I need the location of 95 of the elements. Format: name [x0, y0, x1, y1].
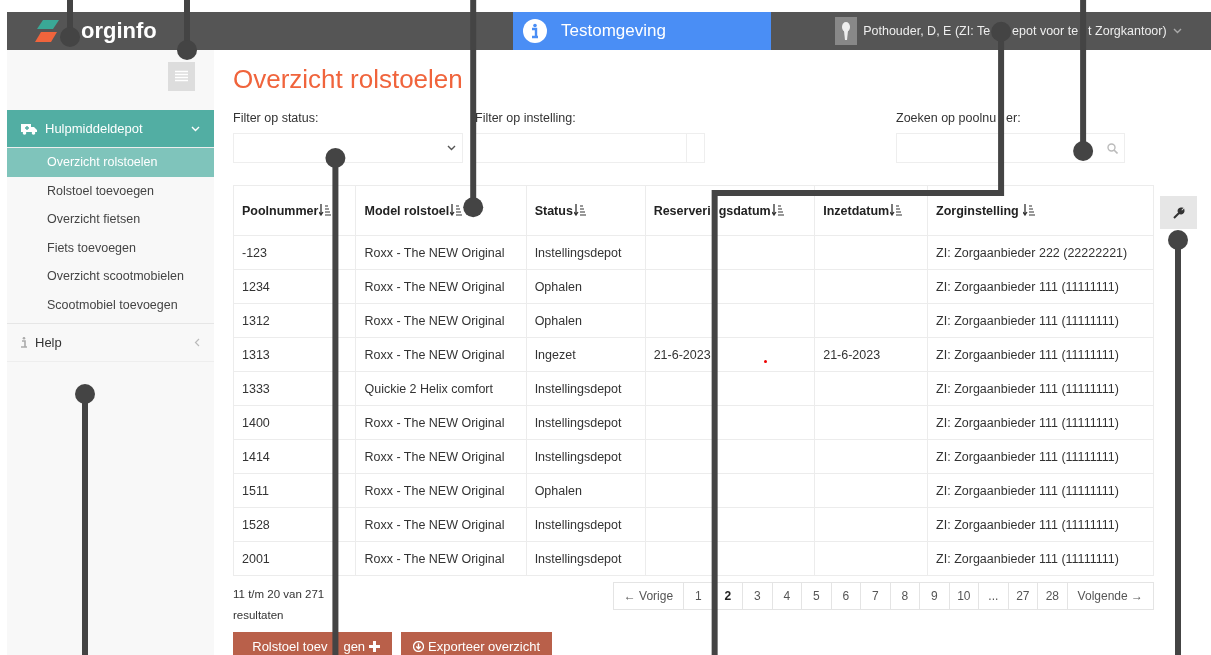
filter-label: Filter op instelling: [475, 111, 576, 125]
menu-toggle-button[interactable] [168, 62, 195, 91]
callout-line [60, 0, 80, 47]
table-cell: ZI: Zorgaanbieder 111 (11111111) [927, 507, 1154, 542]
table-cell: Roxx - The NEW Original [355, 439, 527, 474]
sidebar-item[interactable]: Scootmobiel toevoegen [7, 290, 214, 319]
table-cell: Roxx - The NEW Original [355, 337, 527, 372]
chevron-down-icon [1172, 28, 1182, 34]
table-cell: 1400 [233, 405, 356, 440]
table-cell: ZI: Zorgaanbieder 111 (11111111) [927, 405, 1154, 440]
logo-icon [35, 20, 59, 42]
table-cell: 2001 [233, 541, 356, 576]
export-button[interactable]: Exporteer overzicht [401, 632, 553, 655]
table-cell: Instellingsdepot [526, 439, 646, 474]
callout-line [177, 0, 197, 60]
sidebar-item[interactable]: Overzicht fietsen [7, 205, 214, 234]
table-cell: ZI: Zorgaanbieder 111 (11111111) [927, 303, 1154, 338]
table-cell: 1414 [233, 439, 356, 474]
table-cell: 1313 [233, 337, 356, 372]
column-header: Model rolstoel [364, 203, 450, 218]
column-header: Zorginstelling [936, 203, 1020, 218]
ambulance-icon [21, 122, 37, 135]
result-count: 11 t/m 20 van 271 resultaten [233, 587, 326, 623]
table-cell: Instellingsdepot [526, 235, 646, 270]
sort-icon[interactable] [890, 203, 903, 216]
table-cell: 21-6-2023 [645, 337, 815, 372]
column-header: gsdatum [718, 203, 771, 218]
sidebar-item[interactable]: Fiets toevoegen [7, 233, 214, 262]
table-cell: Instellingsdepot [526, 507, 646, 542]
table-cell: Instellingsdepot [526, 405, 646, 440]
table-cell: ZI: Zorgaanbieder 111 (11111111) [927, 439, 1154, 474]
column-header: Reserveri [653, 203, 711, 218]
sidebar-item[interactable]: Rolstoel toevoegen [7, 176, 214, 205]
download-icon [413, 640, 425, 652]
table-cell: Instellingsdepot [526, 371, 646, 406]
table-cell: -123 [233, 235, 356, 270]
wrench-icon [1172, 206, 1185, 219]
filter-label: er: [1006, 111, 1021, 125]
column-header: Status [534, 203, 573, 218]
column-header: Inzetdatum [823, 203, 890, 218]
table-cell: Ophalen [526, 473, 646, 508]
sidebar-group[interactable]: Help [7, 323, 214, 362]
column-header: Poolnummer [242, 203, 319, 218]
select-field[interactable] [233, 133, 463, 163]
sort-icon[interactable] [573, 203, 586, 216]
table-cell: Roxx - The NEW Original [355, 269, 527, 304]
user-name: epot voor te [1012, 24, 1079, 38]
page-title: Overzicht rolstoelen [233, 64, 464, 96]
user-name: Pothouder, D, E (ZI: Te [863, 24, 991, 38]
table-cell: ZI: Zorgaanbieder 111 (11111111) [927, 269, 1154, 304]
add-button[interactable]: Rolstoel toev gen [233, 632, 393, 655]
sort-icon[interactable] [1023, 203, 1036, 216]
menu-icon [175, 70, 188, 83]
info-icon [21, 337, 27, 348]
table-cell: 1234 [233, 269, 356, 304]
settings-button[interactable] [1160, 196, 1197, 229]
environment-label: Testomgeving [561, 21, 666, 41]
table-cell: 1528 [233, 507, 356, 542]
info-icon [523, 19, 547, 43]
filter-label: Filter op status: [233, 111, 319, 125]
table-cell: 1333 [233, 371, 356, 406]
chevron-down-icon [191, 125, 200, 132]
search-field[interactable] [896, 133, 1125, 163]
table-cell: Ingezet [526, 337, 646, 372]
table-cell: Roxx - The NEW Original [355, 473, 527, 508]
avatar-icon [835, 17, 858, 45]
table-cell: ZI: Zorgaanbieder 222 (22222221) [927, 235, 1154, 270]
table-cell: ZI: Zorgaanbieder 111 (11111111) [927, 337, 1154, 372]
user-name: t Zorgkantoor) [1088, 24, 1167, 38]
logo-text: orginfo [81, 18, 157, 44]
table-cell: Quickie 2 Helix comfort [355, 371, 527, 406]
table-cell: Ophalen [526, 269, 646, 304]
sort-icon[interactable] [319, 203, 332, 216]
chevron-left-icon [194, 338, 200, 347]
table-cell: Instellingsdepot [526, 541, 646, 576]
table-cell: ZI: Zorgaanbieder 111 (11111111) [927, 473, 1154, 508]
table-cell: Roxx - The NEW Original [355, 405, 527, 440]
dot-mark [764, 360, 767, 363]
sort-icon[interactable] [771, 203, 784, 216]
table-cell: ZI: Zorgaanbieder 111 (11111111) [927, 371, 1154, 406]
table-cell: Ophalen [526, 303, 646, 338]
chevron-down-icon [447, 145, 456, 151]
table-cell: Roxx - The NEW Original [355, 235, 527, 270]
table-cell: ZI: Zorgaanbieder 111 (11111111) [927, 541, 1154, 576]
table-cell: 21-6-2023 [814, 337, 928, 372]
table-cell: Roxx - The NEW Original [355, 303, 527, 338]
table-cell: Roxx - The NEW Original [355, 541, 527, 576]
table-cell: Roxx - The NEW Original [355, 507, 527, 542]
table-cell: 1312 [233, 303, 356, 338]
sort-icon[interactable] [450, 203, 463, 216]
filter-label: Zoeken op poolnu [896, 111, 997, 125]
sidebar-item[interactable]: Overzicht scootmobielen [7, 262, 214, 291]
plus-icon [369, 640, 381, 652]
table-cell: 1511 [233, 473, 356, 508]
select-field[interactable] [475, 133, 705, 163]
